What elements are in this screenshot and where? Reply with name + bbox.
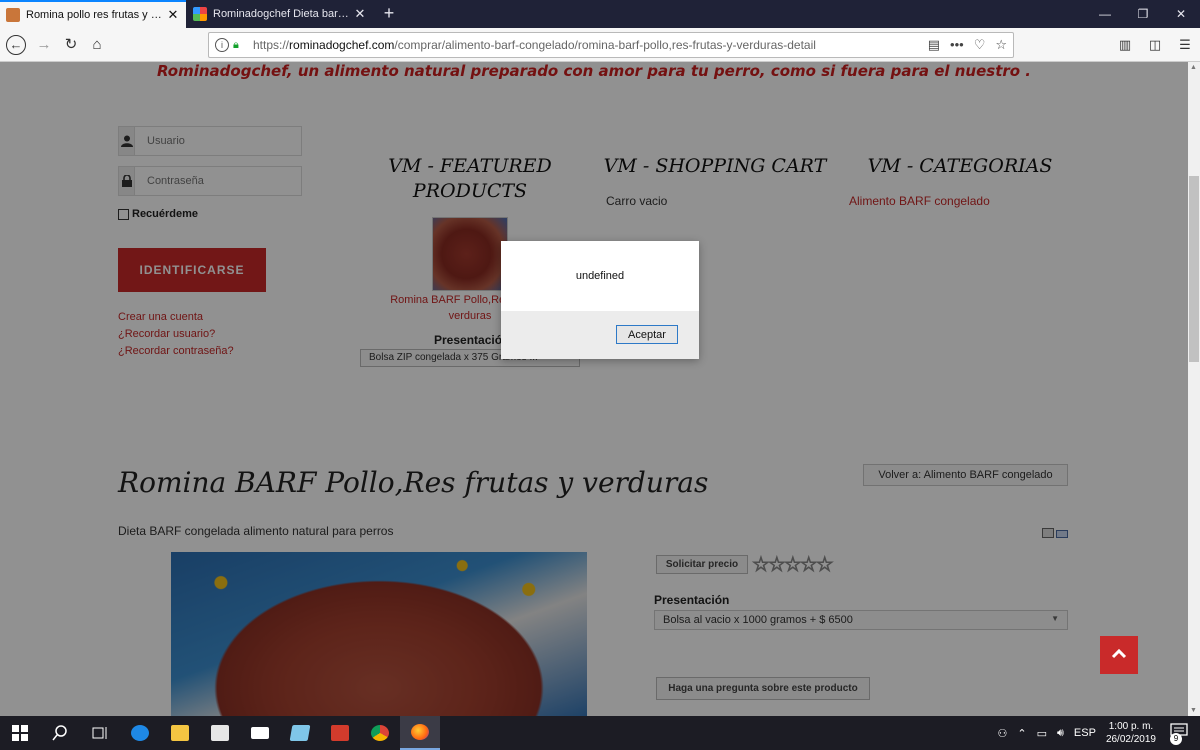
back-icon[interactable]: ←: [5, 34, 27, 56]
alert-message: undefined: [575, 270, 625, 282]
language-indicator[interactable]: ESP: [1074, 727, 1096, 739]
reader-view-icon[interactable]: ▤: [928, 37, 940, 53]
tab-title: Rominadogchef Dieta barf Mer...: [213, 8, 349, 20]
action-center-icon[interactable]: 9: [1170, 723, 1190, 745]
red-app-icon[interactable]: [320, 716, 360, 750]
scrollbar-thumb[interactable]: [1189, 176, 1199, 362]
windows-start-icon[interactable]: [0, 716, 40, 750]
modal-overlay: [0, 62, 1188, 716]
tab-title: Romina pollo res frutas y verdur: [26, 9, 162, 21]
reload-icon[interactable]: ↻: [60, 34, 82, 56]
alert-footer: Aceptar: [501, 311, 699, 359]
mail-icon[interactable]: [240, 716, 280, 750]
page-scrollbar[interactable]: ▲ ▼: [1188, 62, 1200, 716]
window-controls: — ❐ ✕: [1086, 0, 1200, 28]
browser-nav-bar: ← → ↻ ⌂ i 🔒︎ https://rominadogchef.com/c…: [0, 28, 1200, 62]
site-info-icon[interactable]: i: [215, 38, 229, 52]
url-text[interactable]: https://rominadogchef.com/comprar/alimen…: [253, 38, 928, 52]
joomla-favicon-icon: [193, 7, 207, 21]
tab-rominadogchef[interactable]: Rominadogchef Dieta barf Mer... ✕: [187, 0, 373, 28]
volume-icon[interactable]: 🔊︎: [1057, 727, 1064, 740]
alert-dialog: undefined Aceptar: [501, 241, 699, 359]
windows-taskbar: ⚇ ⌃ ▭ 🔊︎ ESP 1:00 p. m. 26/02/2019 9: [0, 716, 1200, 750]
file-explorer-icon[interactable]: [160, 716, 200, 750]
task-view-icon[interactable]: [80, 716, 120, 750]
lock-icon: 🔒︎: [233, 39, 239, 51]
scroll-down-icon[interactable]: ▼: [1190, 707, 1197, 714]
minimize-icon[interactable]: —: [1086, 0, 1124, 28]
pocket-icon[interactable]: ♡: [974, 37, 986, 53]
people-icon[interactable]: ⚇: [997, 727, 1007, 740]
restore-icon[interactable]: ❐: [1124, 0, 1162, 28]
clock-date: 26/02/2019: [1105, 734, 1156, 745]
sidebar-icon[interactable]: ◫: [1146, 34, 1164, 56]
search-icon[interactable]: [40, 716, 80, 750]
page-actions-icon[interactable]: •••: [950, 37, 964, 53]
web-page: Rominadogchef, un alimento natural prepa…: [0, 62, 1200, 716]
toolbar-right: ▥ ◫ ☰: [1116, 34, 1194, 56]
home-icon[interactable]: ⌂: [86, 34, 108, 56]
accept-button[interactable]: Aceptar: [616, 325, 678, 344]
browser-tab-bar: Romina pollo res frutas y verdur ✕ Romin…: [0, 0, 1200, 28]
notes-app-icon[interactable]: [280, 716, 320, 750]
firefox-icon[interactable]: [400, 716, 440, 750]
system-tray: ⚇ ⌃ ▭ 🔊︎ ESP 1:00 p. m. 26/02/2019 9: [997, 716, 1200, 750]
store-icon[interactable]: [200, 716, 240, 750]
library-icon[interactable]: ▥: [1116, 34, 1134, 56]
notification-badge: 9: [1170, 733, 1182, 745]
site-favicon-icon: [6, 8, 20, 22]
address-bar[interactable]: i 🔒︎ https://rominadogchef.com/comprar/a…: [208, 32, 1014, 58]
chrome-icon[interactable]: [360, 716, 400, 750]
new-tab-icon[interactable]: +: [378, 2, 400, 26]
clock-time: 1:00 p. m.: [1108, 721, 1154, 732]
scroll-to-top-icon[interactable]: [1100, 636, 1138, 674]
tab-romina-pollo[interactable]: Romina pollo res frutas y verdur ✕: [0, 0, 186, 28]
clock[interactable]: 1:00 p. m. 26/02/2019: [1106, 720, 1156, 746]
bookmark-star-icon[interactable]: ☆: [995, 37, 1007, 53]
edge-browser-icon[interactable]: [120, 716, 160, 750]
close-tab-icon[interactable]: ✕: [353, 6, 367, 22]
scroll-up-icon[interactable]: ▲: [1190, 64, 1197, 71]
close-tab-icon[interactable]: ✕: [166, 7, 180, 23]
tray-chevron-icon[interactable]: ⌃: [1017, 727, 1026, 740]
close-window-icon[interactable]: ✕: [1162, 0, 1200, 28]
network-icon[interactable]: ▭: [1037, 727, 1047, 740]
menu-icon[interactable]: ☰: [1176, 34, 1194, 56]
forward-icon[interactable]: →: [33, 34, 55, 56]
